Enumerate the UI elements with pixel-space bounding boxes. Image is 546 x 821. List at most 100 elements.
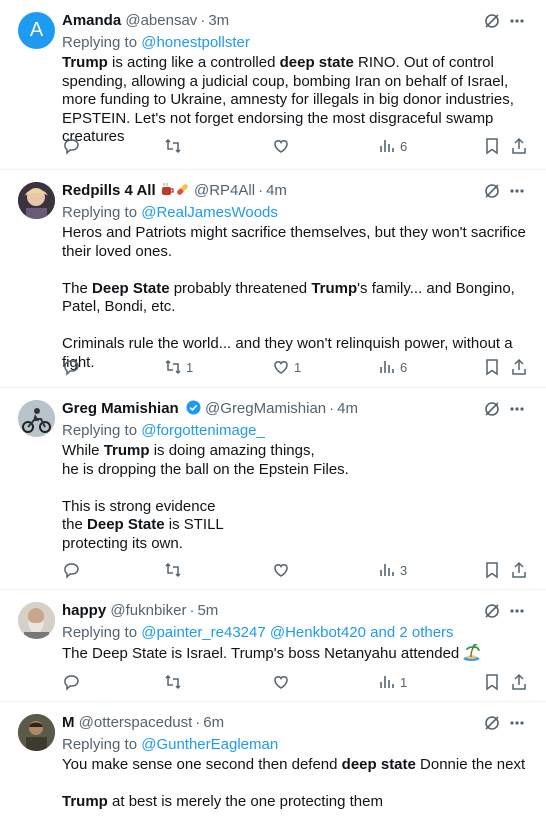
- tweet-text: While Trump is doing amazing things, he i…: [62, 442, 532, 553]
- like-button[interactable]: [272, 560, 294, 580]
- replying-to: Replying to @painter_re43247 @Henkbot420…: [62, 624, 454, 641]
- user-handle[interactable]: @otterspacedust: [79, 714, 193, 731]
- user-handle[interactable]: @RP4All: [194, 182, 255, 199]
- more-options-icon[interactable]: [509, 714, 525, 732]
- avatar[interactable]: [18, 714, 55, 751]
- views-button[interactable]: 3: [378, 560, 407, 580]
- display-name[interactable]: Redpills 4 All: [62, 182, 156, 199]
- views-icon: [380, 676, 394, 688]
- views-icon: [380, 361, 394, 373]
- avatar[interactable]: A: [18, 12, 55, 49]
- timestamp[interactable]: 4m: [337, 400, 358, 417]
- timestamp[interactable]: 5m: [197, 602, 218, 619]
- action-bar: 1: [62, 672, 532, 694]
- display-name[interactable]: Amanda: [62, 12, 121, 29]
- bookmark-button[interactable]: [483, 357, 501, 377]
- heart-icon: [274, 140, 288, 153]
- display-name[interactable]: happy: [62, 602, 106, 619]
- share-icon: [512, 673, 526, 690]
- retweet-button[interactable]: [164, 136, 186, 156]
- avatar[interactable]: [18, 400, 55, 437]
- tweet-paragraph: This is strong evidence the Deep State is…: [62, 497, 224, 552]
- like-button[interactable]: [272, 136, 294, 156]
- retweet-button[interactable]: [164, 560, 186, 580]
- user-handle[interactable]: @abensav: [125, 12, 197, 29]
- heart-icon: [274, 361, 288, 374]
- reply-button[interactable]: [62, 357, 84, 377]
- timestamp[interactable]: 6m: [203, 714, 224, 731]
- share-icon: [512, 358, 526, 375]
- grok-icon[interactable]: [483, 714, 501, 732]
- replying-to-link[interactable]: @painter_re43247 @Henkbot420 and 2 other…: [141, 624, 453, 641]
- avatar-letter: A: [29, 19, 44, 41]
- action-bar: 6: [62, 136, 532, 158]
- retweet-button[interactable]: 1: [164, 357, 193, 377]
- views-count: 6: [400, 359, 408, 375]
- share-button[interactable]: [510, 136, 528, 156]
- replying-to: Replying to @honestpollster: [62, 34, 250, 51]
- share-button[interactable]: [510, 560, 528, 580]
- reply-tweet[interactable]: Redpills 4 All @RP4All · 4m Replying to @R…: [0, 170, 546, 388]
- views-icon: [380, 564, 394, 576]
- user-handle[interactable]: @GregMamishian: [205, 400, 326, 417]
- reply-tweet[interactable]: Greg Mamishian @GregMamishian · 4m Replyin…: [0, 388, 546, 590]
- avatar[interactable]: [18, 182, 55, 219]
- views-count: 3: [400, 562, 408, 578]
- views-button[interactable]: 1: [378, 672, 407, 692]
- bookmark-button[interactable]: [483, 560, 501, 580]
- views-button[interactable]: 6: [378, 357, 407, 377]
- reply-button[interactable]: [62, 560, 84, 580]
- reply-feed: A Amanda @abensav · 3m Replying to @honest…: [0, 0, 546, 821]
- more-options-icon[interactable]: [509, 400, 525, 418]
- more-options-icon[interactable]: [509, 182, 525, 200]
- views-count: 1: [400, 674, 408, 690]
- reply-icon: [64, 675, 79, 691]
- reply-tweet[interactable]: happy @fuknbiker · 5m Replying to @painter…: [0, 590, 546, 702]
- like-button[interactable]: [272, 672, 294, 692]
- bookmark-button[interactable]: [483, 136, 501, 156]
- user-handle[interactable]: @fuknbiker: [110, 602, 186, 619]
- share-icon: [512, 561, 526, 578]
- pill-emoji-icon: [176, 184, 188, 195]
- reply-button[interactable]: [62, 672, 84, 692]
- more-options-icon[interactable]: [509, 12, 525, 30]
- retweet-icon: [165, 674, 181, 690]
- views-icon: [380, 140, 394, 152]
- share-button[interactable]: [510, 357, 528, 377]
- tweet-text: You make sense one second then defend de…: [62, 756, 532, 812]
- views-button[interactable]: 6: [378, 136, 407, 156]
- replying-to-link[interactable]: @forgottenimage_: [141, 422, 265, 439]
- avatar-image: [18, 400, 55, 437]
- display-name[interactable]: M: [62, 714, 75, 731]
- island-emoji-icon: [463, 644, 481, 661]
- replying-to-link[interactable]: @RealJamesWoods: [141, 204, 278, 221]
- reply-tweet[interactable]: A Amanda @abensav · 3m Replying to @honest…: [0, 0, 546, 170]
- bookmark-button[interactable]: [483, 672, 501, 692]
- tweet-text: The Deep State is Israel. Trump's boss N…: [62, 644, 532, 664]
- grok-icon[interactable]: [483, 602, 501, 620]
- reply-icon: [64, 139, 79, 155]
- display-name[interactable]: Greg Mamishian: [62, 400, 179, 417]
- tweet-header: Redpills 4 All @RP4All · 4m: [62, 182, 287, 199]
- share-button[interactable]: [510, 672, 528, 692]
- reply-button[interactable]: [62, 136, 84, 156]
- reply-tweet[interactable]: M @otterspacedust · 6m Replying to @Gunthe…: [0, 702, 546, 821]
- action-bar: 1 1 6: [62, 357, 532, 379]
- grok-icon[interactable]: [483, 400, 501, 418]
- timestamp[interactable]: 4m: [266, 182, 287, 199]
- reply-icon: [64, 563, 79, 579]
- grok-icon[interactable]: [483, 12, 501, 30]
- tweet-paragraph: Trump at best is merely the one protecti…: [62, 793, 383, 810]
- retweet-button[interactable]: [164, 672, 186, 692]
- timestamp[interactable]: 3m: [208, 12, 229, 29]
- grok-icon[interactable]: [483, 182, 501, 200]
- replying-to-link[interactable]: @honestpollster: [141, 34, 250, 51]
- replying-to-link[interactable]: @GuntherEagleman: [141, 736, 278, 753]
- tweet-text: Trump is acting like a controlled deep s…: [62, 54, 532, 147]
- like-button[interactable]: 1: [272, 357, 301, 377]
- bookmark-icon: [486, 138, 498, 155]
- avatar[interactable]: [18, 602, 55, 639]
- tweet-paragraph: While Trump is doing amazing things, he i…: [62, 442, 349, 478]
- more-options-icon[interactable]: [509, 602, 525, 620]
- bookmark-icon: [486, 674, 498, 691]
